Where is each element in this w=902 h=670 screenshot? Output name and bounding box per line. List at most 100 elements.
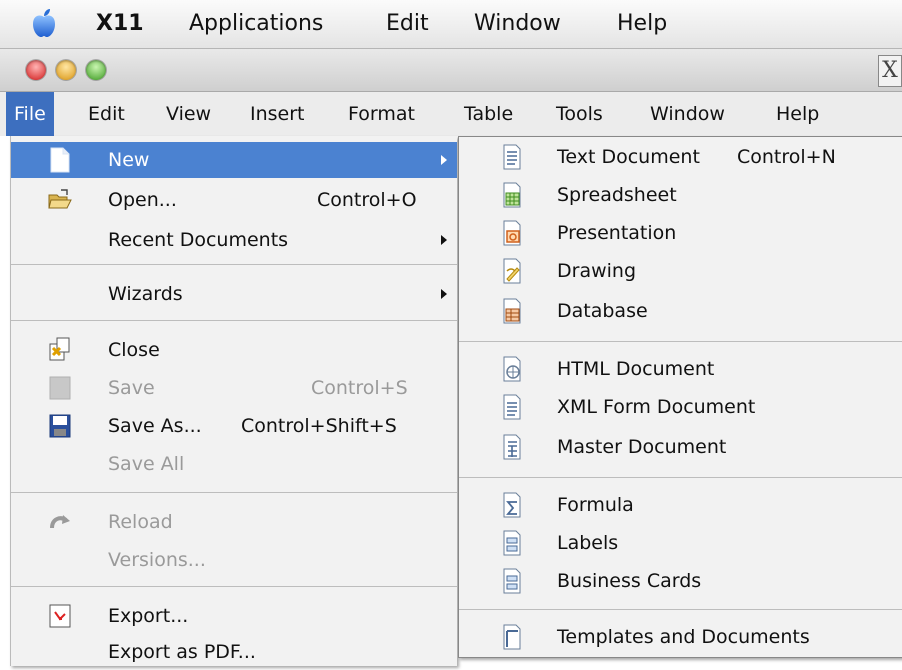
file-versions-label: Versions...: [108, 549, 206, 571]
new-xml-form-item[interactable]: XML Form Document: [459, 389, 902, 425]
menu-file[interactable]: File: [6, 92, 54, 136]
drawing-icon: [503, 258, 521, 284]
new-submenu: Text Document Control+N Spreadsheet Pres…: [458, 136, 902, 658]
spreadsheet-icon: [503, 182, 521, 208]
mac-menu-window[interactable]: Window: [474, 11, 561, 36]
file-wizards-label: Wizards: [108, 283, 183, 305]
close-document-icon: [49, 337, 70, 361]
submenu-arrow-icon: [441, 155, 447, 165]
new-templates-label: Templates and Documents: [557, 626, 810, 648]
file-save-shortcut: Control+S: [311, 377, 408, 399]
menu-separator: [459, 477, 902, 478]
new-business-cards-label: Business Cards: [557, 570, 702, 592]
minimize-window-button[interactable]: [56, 60, 76, 80]
file-close-label: Close: [108, 339, 160, 361]
menu-separator: [11, 586, 457, 587]
file-wizards-item[interactable]: Wizards: [11, 276, 457, 312]
menu-separator: [11, 320, 457, 321]
app-menubar: File Edit View Insert Format Table Tools…: [0, 92, 902, 136]
new-business-cards-item[interactable]: Business Cards: [459, 563, 902, 599]
menu-window[interactable]: Window: [642, 92, 733, 136]
new-formula-label: Formula: [557, 494, 634, 516]
labels-icon: [503, 530, 521, 556]
file-export-item[interactable]: Export...: [11, 598, 457, 634]
file-open-shortcut: Control+O: [317, 189, 417, 211]
export-icon: [49, 604, 71, 628]
menu-table[interactable]: Table: [456, 92, 521, 136]
menu-separator: [459, 341, 902, 342]
mac-menu-help[interactable]: Help: [617, 11, 667, 36]
menu-tools[interactable]: Tools: [548, 92, 611, 136]
file-open-label: Open...: [108, 189, 177, 211]
file-save-all-item[interactable]: Save All: [11, 446, 457, 482]
templates-icon: [503, 624, 521, 650]
file-new-label: New: [108, 149, 150, 171]
new-drawing-label: Drawing: [557, 260, 637, 282]
new-labels-item[interactable]: Labels: [459, 525, 902, 561]
file-export-pdf-item[interactable]: Export as PDF...: [11, 634, 457, 670]
menu-help[interactable]: Help: [768, 92, 827, 136]
menu-insert[interactable]: Insert: [242, 92, 313, 136]
file-reload-label: Reload: [108, 511, 173, 533]
text-document-icon: [503, 144, 521, 170]
file-save-as-item[interactable]: Save As... Control+Shift+S: [11, 408, 457, 444]
new-spreadsheet-item[interactable]: Spreadsheet: [459, 177, 902, 213]
new-labels-label: Labels: [557, 532, 619, 554]
master-document-icon: [503, 434, 521, 460]
new-master-document-item[interactable]: Master Document: [459, 429, 902, 465]
new-drawing-item[interactable]: Drawing: [459, 253, 902, 289]
save-as-icon: [49, 414, 71, 438]
xml-form-document-icon: [503, 394, 521, 420]
presentation-icon: [503, 220, 521, 246]
new-text-document-shortcut: Control+N: [737, 146, 836, 168]
new-presentation-label: Presentation: [557, 222, 677, 244]
file-reload-item[interactable]: Reload: [11, 504, 457, 540]
menu-format[interactable]: Format: [340, 92, 423, 136]
new-xml-form-label: XML Form Document: [557, 396, 756, 418]
file-new-item[interactable]: New: [11, 142, 457, 178]
apple-icon[interactable]: [30, 8, 58, 38]
new-text-document-item[interactable]: Text Document Control+N: [459, 139, 902, 175]
file-export-pdf-label: Export as PDF...: [108, 641, 256, 663]
new-html-document-label: HTML Document: [557, 358, 715, 380]
file-versions-item[interactable]: Versions...: [11, 542, 457, 578]
html-document-icon: [503, 356, 521, 382]
file-menu: New Open... Control+O Recent Documents W…: [10, 136, 457, 666]
menu-separator: [11, 492, 457, 493]
menu-view[interactable]: View: [158, 92, 219, 136]
new-spreadsheet-label: Spreadsheet: [557, 184, 677, 206]
window-titlebar: X: [0, 49, 902, 92]
mac-app-name[interactable]: X11: [96, 11, 144, 36]
file-save-as-label: Save As...: [108, 415, 202, 437]
new-presentation-item[interactable]: Presentation: [459, 215, 902, 251]
reload-icon: [50, 515, 70, 529]
zoom-window-button[interactable]: [86, 60, 106, 80]
file-save-all-label: Save All: [108, 453, 185, 475]
new-text-document-label: Text Document: [557, 146, 700, 168]
database-icon: [503, 298, 521, 324]
menu-edit[interactable]: Edit: [80, 92, 133, 136]
x11-close-icon[interactable]: X: [878, 55, 902, 87]
open-folder-icon: [48, 189, 72, 209]
mac-menubar: X11 Applications Edit Window Help: [0, 0, 902, 49]
file-save-label: Save: [108, 377, 155, 399]
submenu-arrow-icon: [441, 235, 447, 245]
file-save-item[interactable]: Save Control+S: [11, 370, 457, 406]
mac-menu-applications[interactable]: Applications: [189, 11, 323, 36]
new-html-document-item[interactable]: HTML Document: [459, 351, 902, 387]
close-window-button[interactable]: [26, 60, 46, 80]
new-formula-item[interactable]: Formula: [459, 487, 902, 523]
new-database-item[interactable]: Database: [459, 293, 902, 329]
file-close-item[interactable]: Close: [11, 332, 457, 368]
new-document-icon: [50, 147, 70, 173]
file-save-as-shortcut: Control+Shift+S: [241, 415, 397, 437]
business-cards-icon: [503, 568, 521, 594]
file-open-item[interactable]: Open... Control+O: [11, 182, 457, 218]
menu-separator: [11, 264, 457, 265]
file-recent-label: Recent Documents: [108, 229, 289, 251]
file-export-label: Export...: [108, 605, 189, 627]
new-templates-item[interactable]: Templates and Documents: [459, 619, 902, 655]
file-recent-item[interactable]: Recent Documents: [11, 222, 457, 258]
mac-menu-edit[interactable]: Edit: [386, 11, 429, 36]
save-icon: [49, 376, 71, 400]
